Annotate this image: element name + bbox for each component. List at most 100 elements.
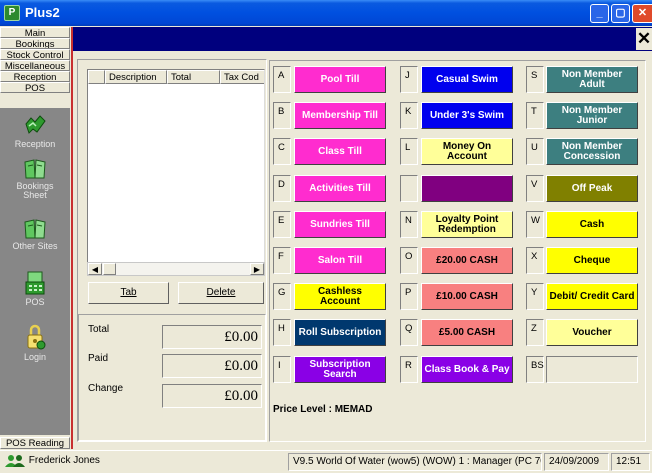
till-button-label: Activities Till [309,182,371,194]
title-bar: P Plus2 _ ▢ ✕ [0,0,652,26]
login-icon [27,324,46,350]
till-button-label: Off Peak [571,182,613,194]
status-time: 12:51 [611,453,650,471]
other-sites-icon [24,219,46,239]
till-button-money-on-account[interactable]: Money On Account [421,138,513,165]
till-key-letter: K [400,102,418,129]
till-key-letter: X [526,247,544,274]
column-header-total[interactable]: Total [167,70,220,84]
change-value: £0.00 [162,384,262,408]
till-button-membership-till[interactable]: Membership Till [294,102,386,129]
till-button-key-blank[interactable] [421,175,513,202]
tab-button-label: Tab [120,287,137,298]
till-button-casual-swim[interactable]: Casual Swim [421,66,513,93]
app-icon: P [4,5,20,21]
sidebar-item-bookings-sheet[interactable]: Bookings Sheet [0,158,70,200]
till-key-letter: R [400,356,418,383]
sidebar-item-login[interactable]: Login [0,323,70,362]
till-button-loyalty-point-redemption[interactable]: Loyalty Point Redemption [421,211,513,238]
close-window-button[interactable]: ✕ [632,4,652,23]
nav-tab-pos[interactable]: POS [0,82,70,93]
till-key-letter: S [526,66,544,93]
till-button-key-bs[interactable] [546,356,638,383]
till-button-label: Membership Till [302,109,378,121]
till-button-label: £10.00 CASH [436,290,498,302]
till-button-pool-till[interactable]: Pool Till [294,66,386,93]
till-button-non-member-adult[interactable]: Non Member Adult [546,66,638,93]
sidebar-item-pos[interactable]: POS [0,270,70,307]
nav-tab-bookings[interactable]: Bookings [0,38,70,49]
column-header-tax-code[interactable]: Tax Cod [220,70,264,84]
till-button-sundries-till[interactable]: Sundries Till [294,211,386,238]
till-button-debit-credit-card[interactable]: Debit/ Credit Card [546,283,638,310]
sidebar-item-label: Reception [14,139,56,149]
status-bar: Frederick Jones V9.5 World Of Water (wow… [0,450,652,473]
window-title: Plus2 [25,5,60,20]
minimize-button[interactable]: _ [590,4,609,23]
till-button-voucher[interactable]: Voucher [546,319,638,346]
till-key-letter: P [400,283,418,310]
till-key-letter: Q [400,319,418,346]
maximize-button[interactable]: ▢ [611,4,630,23]
close-panel-button[interactable]: ✕ [636,28,652,50]
till-button-class-book-pay[interactable]: Class Book & Pay [421,356,513,383]
till-button-under-3-s-swim[interactable]: Under 3's Swim [421,102,513,129]
till-button-salon-till[interactable]: Salon Till [294,247,386,274]
till-button-non-member-concession[interactable]: Non Member Concession [546,138,638,165]
nav-tab-main[interactable]: Main [0,27,70,38]
nav-tab-miscellaneous[interactable]: Miscellaneous [0,60,70,71]
paid-label: Paid [88,353,109,364]
till-key-letter: A [273,66,291,93]
till-button-subscription-search[interactable]: Subscription Search [294,356,386,383]
sidebar-item-label: Login [23,352,47,362]
till-button-label: Voucher [572,326,612,338]
sidebar-item-reception[interactable]: Reception [0,112,70,149]
till-button-label: Pool Till [320,73,360,85]
till-key-letter: D [273,175,291,202]
total-label: Total [88,324,110,335]
nav-tab-reception[interactable]: Reception [0,71,70,82]
till-key-letter: O [400,247,418,274]
scroll-right-icon[interactable]: ▶ [250,263,264,275]
till-key-letter: F [273,247,291,274]
till-button-cashless-account[interactable]: Cashless Account [294,283,386,310]
till-button-label: Loyalty Point Redemption [435,213,499,235]
till-button-label: Sundries Till [310,218,370,230]
header-strip [73,27,652,51]
bookings-sheet-icon [24,159,46,179]
till-button-5-00-cash[interactable]: £5.00 CASH [421,319,513,346]
till-key-letter: I [273,356,291,383]
nav-tab-stock-control[interactable]: Stock Control [0,49,70,60]
pos-reading-tab[interactable]: POS Reading [0,437,70,449]
till-button-label: Money On Account [442,140,492,162]
till-button-label: Non Member Junior [561,104,623,126]
delete-button[interactable]: Delete [178,282,264,304]
column-header-description[interactable]: Description [105,70,167,84]
till-button-off-peak[interactable]: Off Peak [546,175,638,202]
till-button-activities-till[interactable]: Activities Till [294,175,386,202]
till-button-10-00-cash[interactable]: £10.00 CASH [421,283,513,310]
scroll-thumb[interactable] [103,263,116,275]
till-button-label: Cashless Account [318,285,362,307]
price-level: Price Level : MEMAD [273,404,373,415]
sidebar-item-other-sites[interactable]: Other Sites [0,218,70,251]
status-user-name: Frederick Jones [28,455,100,466]
transaction-grid[interactable]: Description Total Tax Cod [87,69,265,276]
till-key-letter [400,175,418,202]
status-date: 24/09/2009 [544,453,609,471]
till-button-cheque[interactable]: Cheque [546,247,638,274]
till-button-label: Under 3's Swim [429,109,505,121]
till-key-letter: Z [526,319,544,346]
till-button-non-member-junior[interactable]: Non Member Junior [546,102,638,129]
status-user: Frederick Jones [2,453,286,471]
till-button-label: Salon Till [317,254,363,266]
grid-horizontal-scrollbar[interactable]: ◀ ▶ [87,262,265,276]
scroll-left-icon[interactable]: ◀ [88,263,102,275]
till-button-cash[interactable]: Cash [546,211,638,238]
till-key-letter: Y [526,283,544,310]
till-button-roll-subscription[interactable]: Roll Subscription [294,319,386,346]
tab-button[interactable]: Tab [88,282,169,304]
till-button-20-00-cash[interactable]: £20.00 CASH [421,247,513,274]
till-button-class-till[interactable]: Class Till [294,138,386,165]
till-button-label: £20.00 CASH [436,254,498,266]
